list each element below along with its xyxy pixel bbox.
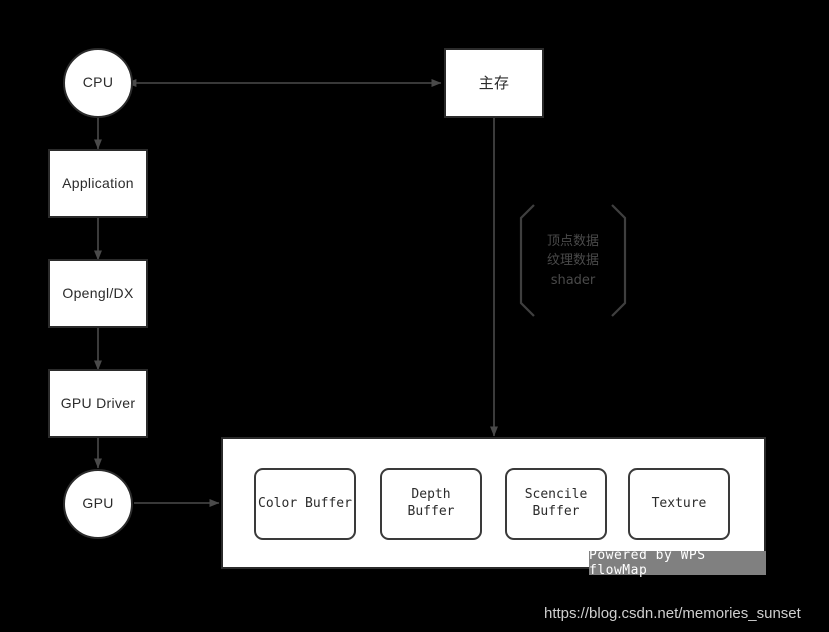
buffer-depth-buffer-label: Depth Buffer — [407, 487, 455, 519]
node-main-memory[interactable]: 主存 — [444, 48, 544, 118]
node-application[interactable]: Application — [48, 149, 148, 218]
node-opengl-dx-label: Opengl/DX — [62, 284, 134, 301]
buffer-depth-buffer[interactable]: Depth Buffer — [380, 468, 482, 540]
buffer-stencil-buffer-label: Scencile Buffer — [524, 487, 588, 519]
buffer-stencil-buffer[interactable]: Scencile Buffer — [505, 468, 607, 540]
node-gpu[interactable]: GPU — [63, 469, 133, 539]
node-main-memory-label: 主存 — [478, 73, 510, 92]
footer-url: https://blog.csdn.net/memories_sunset — [544, 605, 801, 622]
node-cpu[interactable]: CPU — [63, 48, 133, 118]
node-cpu-label: CPU — [82, 74, 114, 91]
buffer-texture[interactable]: Texture — [628, 468, 730, 540]
wps-flowmap-watermark: Powered by WPS flowMap — [589, 548, 766, 578]
node-gpu-label: GPU — [82, 495, 114, 512]
node-gpu-driver-label: GPU Driver — [60, 394, 136, 411]
data-note-label: 顶点数据 纹理数据 shader — [546, 233, 599, 288]
buffer-color-buffer-label: Color Buffer — [258, 495, 352, 511]
buffer-color-buffer[interactable]: Color Buffer — [254, 468, 356, 540]
node-gpu-driver[interactable]: GPU Driver — [48, 369, 148, 438]
watermark-text: Powered by WPS flowMap — [589, 548, 706, 578]
node-opengl-dx[interactable]: Opengl/DX — [48, 259, 148, 328]
buffer-texture-label: Texture — [651, 495, 707, 511]
node-application-label: Application — [62, 174, 134, 191]
